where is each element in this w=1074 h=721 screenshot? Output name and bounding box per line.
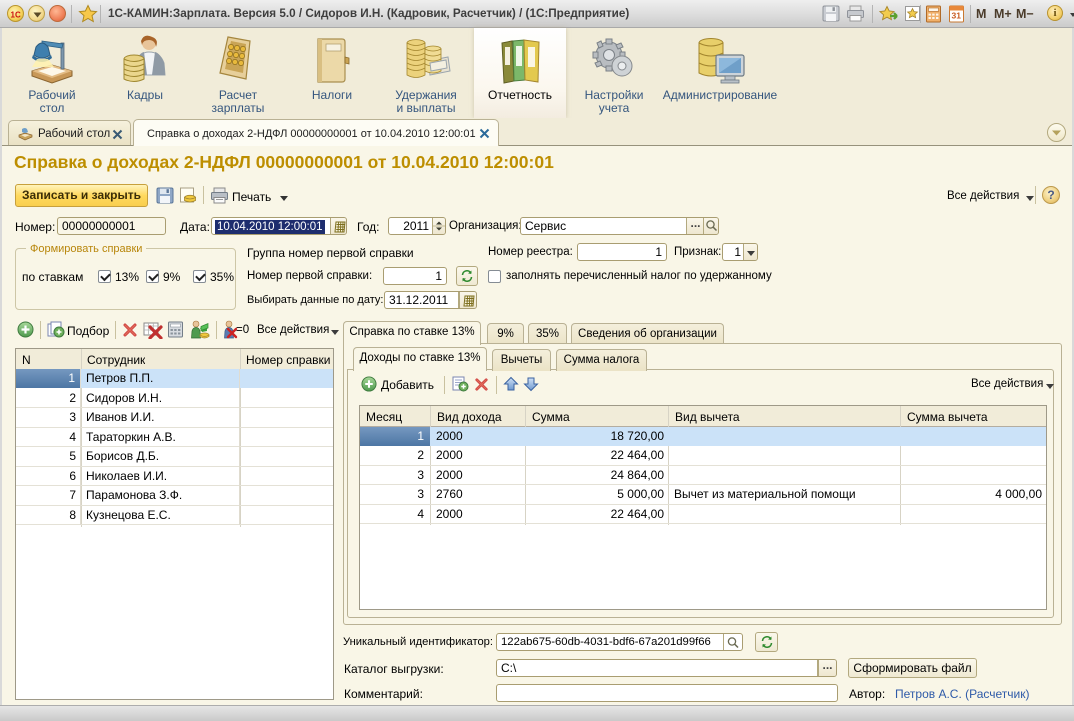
svg-text:1С: 1С [11, 11, 21, 20]
svg-text:31: 31 [952, 11, 962, 21]
